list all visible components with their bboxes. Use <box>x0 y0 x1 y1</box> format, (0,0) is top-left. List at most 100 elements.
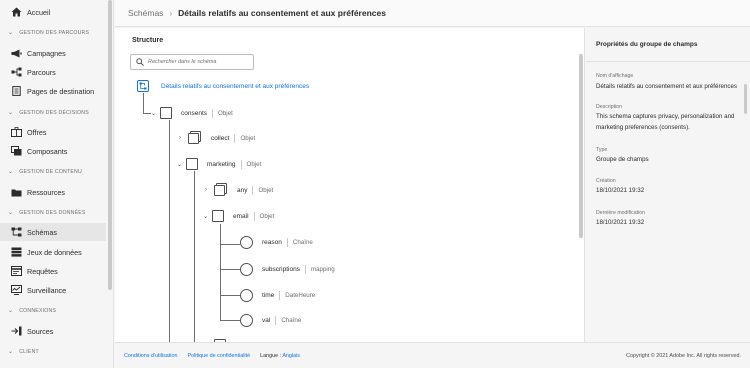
field-icon <box>240 235 253 249</box>
queries-icon <box>10 266 22 276</box>
left-sidebar: Accueil ⌄ Gestion des parcours Campagnes… <box>0 0 114 368</box>
schema-icon <box>10 227 22 237</box>
home-icon <box>10 7 22 17</box>
object-stack-icon <box>214 183 228 197</box>
sidebar-item-datasets[interactable]: Jeux de données <box>0 243 106 261</box>
display-name-value: Détails relatifs au consentement et aux … <box>596 83 738 90</box>
tree-line <box>220 269 240 270</box>
sidebar-scrollbar[interactable] <box>108 0 112 290</box>
field-group-icon <box>137 80 149 92</box>
chevron-down-icon[interactable]: ⌄ <box>151 110 160 117</box>
chevron-right-icon[interactable]: › <box>205 187 214 193</box>
sidebar-item-campaigns[interactable]: Campagnes <box>0 44 106 62</box>
sidebar-section-connections[interactable]: ⌄ Connexions <box>0 307 106 315</box>
sources-icon <box>10 326 22 336</box>
tree-node-val[interactable]: val Chaîne <box>240 313 301 327</box>
copyright: Copyright © 2021 Adobe Inc. All rights r… <box>626 352 741 359</box>
created-value: 18/10/2021 19:32 <box>596 187 645 194</box>
terms-of-use-link[interactable]: Conditions d'utilisation <box>124 353 177 359</box>
sidebar-item-landing-pages[interactable]: Pages de destination <box>0 82 106 100</box>
search-icon <box>136 53 144 71</box>
page-icon <box>10 86 22 96</box>
tree-line <box>169 120 170 342</box>
schema-root[interactable]: Détails relatifs au consentement et aux … <box>137 80 309 92</box>
tree-node-consents[interactable]: ⌄ consents Objet <box>151 106 233 120</box>
sidebar-item-offers[interactable]: Offres <box>0 123 106 141</box>
breadcrumb: Schémas › Détails relatifs au consenteme… <box>115 0 750 27</box>
chevron-down-icon[interactable]: ⌄ <box>177 161 186 168</box>
type-value: Groupe de champs <box>596 156 649 163</box>
structure-heading: Structure <box>132 37 164 44</box>
chevron-down-icon: ⌄ <box>8 169 14 175</box>
sidebar-item-queries[interactable]: Requêtes <box>0 262 106 280</box>
chevron-down-icon: ⌄ <box>8 110 14 116</box>
chevron-right-icon: › <box>169 8 173 18</box>
tree-line <box>143 93 144 113</box>
field-icon <box>240 313 253 327</box>
structure-scrollbar[interactable] <box>579 54 583 238</box>
datasets-icon <box>10 247 22 257</box>
description-label: Description <box>596 104 622 110</box>
schema-root-label: Détails relatifs au consentement et aux … <box>161 82 310 90</box>
tree-line <box>194 171 195 342</box>
language-selector[interactable]: Langue : Anglais <box>260 353 300 359</box>
breadcrumb-schemas-link[interactable]: Schémas <box>128 8 163 18</box>
chevron-down-icon: ⌄ <box>8 30 14 36</box>
tree-node-collect[interactable]: › collect Objet <box>179 131 255 145</box>
field-group-properties-panel: Propriétés du groupe de champs Nom d'aff… <box>586 28 750 342</box>
object-stack-icon <box>188 131 202 145</box>
offer-icon <box>10 127 22 137</box>
folder-icon <box>10 187 22 197</box>
schema-search[interactable] <box>130 54 254 70</box>
created-label: Création <box>596 178 616 184</box>
sidebar-item-journeys[interactable]: Parcours <box>0 63 106 81</box>
sidebar-item-sources[interactable]: Sources <box>0 322 106 340</box>
sidebar-section-journeys[interactable]: ⌄ Gestion des parcours <box>0 29 106 37</box>
modified-value: 18/10/2021 19:32 <box>596 219 645 226</box>
tree-line <box>220 320 240 321</box>
tree-node-any[interactable]: › any Objet <box>205 183 273 197</box>
structure-panel: Structure Détails relatifs au consenteme… <box>115 28 585 342</box>
search-input[interactable] <box>148 59 248 65</box>
tree-node-subscriptions[interactable]: subscriptions mapping <box>240 262 335 276</box>
language-value[interactable]: Anglais <box>282 353 300 359</box>
divider <box>586 61 750 62</box>
tree-line <box>220 295 240 296</box>
display-name-label: Nom d'affichage <box>596 73 634 79</box>
tree-line <box>220 244 240 245</box>
tree-node-time[interactable]: time DateHeure <box>240 288 315 302</box>
megaphone-icon <box>10 48 22 58</box>
sidebar-item-home[interactable]: Accueil <box>0 3 106 21</box>
sidebar-section-decisions[interactable]: ⌄ Gestion des décisions <box>0 109 106 117</box>
tree-line <box>220 224 221 320</box>
footer: Conditions d'utilisation Politique de co… <box>115 342 750 368</box>
properties-scrollbar[interactable] <box>744 84 747 114</box>
sidebar-section-client[interactable]: ⌄ Client <box>0 348 106 356</box>
sidebar-item-components[interactable]: Composants <box>0 142 106 160</box>
chevron-down-icon: ⌄ <box>8 210 14 216</box>
sidebar-item-schemas[interactable]: Schémas <box>0 223 106 241</box>
chevron-right-icon[interactable]: › <box>179 135 188 141</box>
page-title: Détails relatifs au consentement et aux … <box>178 8 386 18</box>
field-icon <box>240 262 253 276</box>
journey-icon <box>10 67 22 77</box>
object-icon <box>186 158 198 170</box>
tree-node-marketing[interactable]: ⌄ marketing Objet <box>177 157 261 171</box>
monitoring-icon <box>10 285 22 295</box>
sidebar-section-content[interactable]: ⌄ Gestion de contenu <box>0 168 106 176</box>
sidebar-item-label: Accueil <box>27 7 51 17</box>
sidebar-item-assets[interactable]: Ressources <box>0 183 106 201</box>
chevron-down-icon: ⌄ <box>8 349 14 355</box>
tree-node-email[interactable]: ⌄ email Objet <box>203 209 274 223</box>
tree-node-reason[interactable]: reason Chaîne <box>240 235 313 249</box>
chevron-down-icon[interactable]: ⌄ <box>203 213 212 220</box>
description-value: This schema captures privacy, personaliz… <box>596 113 735 131</box>
components-icon <box>10 146 22 156</box>
sidebar-item-monitoring[interactable]: Surveillance <box>0 281 106 299</box>
object-icon <box>160 107 172 119</box>
tree-line <box>143 113 151 114</box>
sidebar-section-data[interactable]: ⌄ Gestion des données <box>0 209 106 217</box>
modified-label: Dernière modification <box>596 210 646 216</box>
properties-heading: Propriétés du groupe de champs <box>596 41 698 48</box>
privacy-policy-link[interactable]: Politique de confidentialité <box>187 353 250 359</box>
